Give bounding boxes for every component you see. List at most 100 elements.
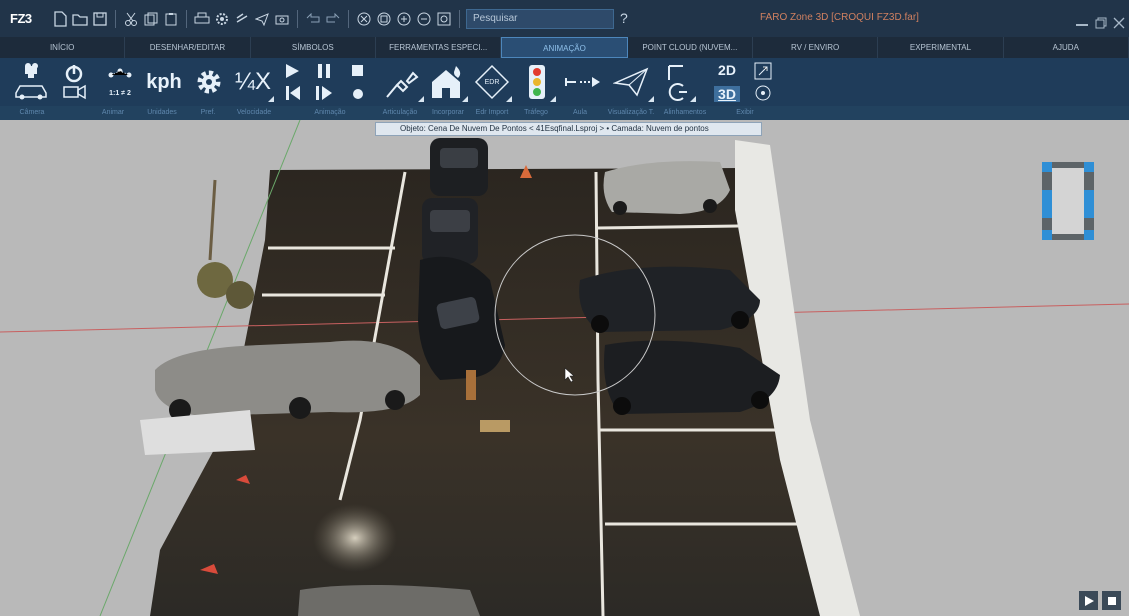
display-options[interactable] [750,60,776,104]
edr-import-button[interactable]: EDR [472,60,512,104]
point-cloud-scene [0,120,1129,616]
object-info-bar: Objeto: Cena De Nuvem De Pontos < 41Esqf… [375,122,762,136]
group-incorporar: Incorporar [432,109,464,116]
dropdown-arrow-icon [462,96,468,102]
help-icon[interactable]: ? [620,10,628,26]
ribbon-tabs: INÍCIO DESENHAR/EDITAR SÍMBOLOS FERRAMEN… [0,37,1129,58]
traffic-button[interactable] [518,60,556,104]
copy-icon[interactable] [142,10,160,28]
tab-animacao[interactable]: ANIMAÇÃO [501,37,628,58]
zoom-fit-icon[interactable] [355,10,373,28]
dropdown-arrow-icon [690,96,696,102]
link-icon[interactable] [233,10,251,28]
dropdown-arrow-icon [506,96,512,102]
alignment-icon [668,65,687,101]
stop-button[interactable] [1102,591,1121,610]
group-alinhamentos: Alinhamentos [663,109,707,116]
toolbar-separator [459,9,460,28]
zoom-extents-icon[interactable] [435,10,453,28]
tab-desenhar-editar[interactable]: DESENHAR/EDITAR [125,37,251,58]
dropdown-arrow-icon [648,96,654,102]
search-input[interactable]: Pesquisar [466,9,614,29]
view-mode-toggle[interactable]: 2D 3D [710,60,744,104]
tab-point-cloud[interactable]: POINT CLOUD (NUVEM... [628,37,753,58]
group-camera: Câmera [19,109,45,116]
power-video-icon [63,65,86,100]
new-file-icon[interactable] [51,10,69,28]
settings-gear-icon[interactable] [213,10,231,28]
redo-icon[interactable] [324,10,342,28]
paste-icon[interactable] [162,10,180,28]
window-controls [1075,16,1125,32]
car-dark-1 [430,138,488,196]
view-cube [1042,162,1094,240]
undo-icon[interactable] [304,10,322,28]
playback-buttons [1079,591,1121,610]
visualization-button[interactable] [608,60,654,104]
play-button[interactable] [1079,591,1098,610]
zoom-window-icon[interactable] [375,10,393,28]
ribbon-toolbar: 1:1 ≠ 2 kph ¼X EDR 2D 3D [0,58,1129,106]
group-exibir: Exibir [736,109,754,116]
evidence-marker [480,420,510,432]
units-ratio-button[interactable]: 1:1 ≠ 2 [100,60,140,104]
alignments-button[interactable] [660,60,696,104]
group-trafego: Tráfego [524,109,548,116]
animate-record-button[interactable] [56,60,92,104]
target-circle-icon [755,85,771,101]
send-icon[interactable] [253,10,271,28]
playback-controls-icon [286,64,363,100]
toolbar-separator [348,9,349,28]
group-pref: Pref. [200,109,216,116]
minimize-icon[interactable] [1075,16,1089,32]
vehicle-bottom [298,585,480,616]
view-2d-label[interactable]: 2D [718,62,736,78]
tab-experimental[interactable]: EXPERIMENTAL [878,37,1004,58]
dropdown-arrow-icon [550,96,556,102]
zoom-out-icon[interactable] [415,10,433,28]
edr-label: EDR [484,78,500,86]
group-velocidade: Velocidade [236,109,272,116]
group-animacao: Animação [314,109,346,116]
window-title: FARO Zone 3D [CROQUI FZ3D.far] [760,12,919,23]
group-visualizacao: Visualização T. [607,109,655,116]
group-animar: Animar [101,109,125,116]
open-folder-icon[interactable] [71,10,89,28]
lesson-button[interactable] [562,60,604,104]
path-arrow-icon [565,77,600,87]
car-silver-right [603,161,730,215]
gear-icon [197,70,221,94]
tab-ajuda[interactable]: AJUDA [1004,37,1129,58]
toolbar-separator [297,9,298,28]
tab-ferramentas[interactable]: FERRAMENTAS ESPECI... [376,37,502,58]
cut-icon[interactable] [122,10,140,28]
toolbar-separator [115,9,116,28]
speed-button[interactable]: ¼X [232,60,274,104]
car-dark-2 [422,198,478,264]
group-aula: Aula [572,109,587,116]
tab-rv-enviro[interactable]: RV / ENVIRO [753,37,879,58]
viewport-3d[interactable] [0,120,1129,616]
restore-icon[interactable] [1095,16,1107,32]
tab-inicio[interactable]: INÍCIO [0,37,126,58]
group-edr-import: Edr Import [475,109,509,116]
app-window: FZ3 Pesquisar ? FARO Zone 3D [CROQUI FZ3… [0,0,1129,616]
zoom-in-icon[interactable] [395,10,413,28]
app-logo: FZ3 [10,11,32,26]
save-icon[interactable] [91,10,109,28]
quick-access-toolbar [50,8,485,30]
camera-snapshot-icon[interactable] [273,10,291,28]
units-kph-button[interactable]: kph [145,60,183,104]
view-3d-label[interactable]: 3D [714,86,740,102]
kph-label: kph [146,70,182,93]
toolbar-separator [186,9,187,28]
camera-button[interactable] [10,60,52,104]
incorporate-button[interactable] [428,60,468,104]
print-icon[interactable] [193,10,211,28]
preferences-button[interactable] [190,60,228,104]
camera-car-icon [15,63,47,100]
play-icon [1084,595,1094,606]
tab-simbolos[interactable]: SÍMBOLOS [251,37,376,58]
articulation-button[interactable] [380,60,424,104]
close-icon[interactable] [1113,16,1125,32]
